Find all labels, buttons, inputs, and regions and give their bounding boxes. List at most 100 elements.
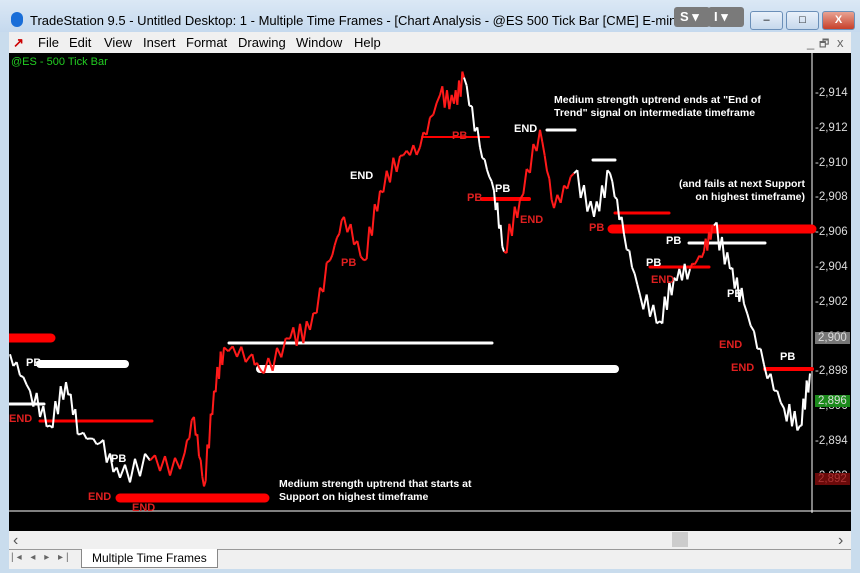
i-label: I xyxy=(714,9,718,24)
price-segment xyxy=(174,457,181,470)
price-segment xyxy=(322,262,328,293)
price-segment xyxy=(22,376,28,386)
annotation-note: Medium strength uptrend ends at "End of … xyxy=(554,94,761,119)
price-segment xyxy=(309,312,315,331)
price-segment xyxy=(65,381,70,396)
price-segment xyxy=(769,373,775,391)
pb-label: PB xyxy=(467,192,483,204)
price-segment xyxy=(793,410,799,431)
price-segment xyxy=(496,202,500,229)
price-segment xyxy=(382,170,388,193)
price-segment xyxy=(548,178,553,200)
window-title: TradeStation 9.5 - Untitled Desktop: 1 -… xyxy=(30,13,680,28)
horizontal-scrollbar[interactable]: ‹ › xyxy=(9,531,851,549)
price-segment xyxy=(204,444,209,481)
price-segment xyxy=(753,330,759,350)
price-segment xyxy=(356,240,362,257)
price-segment xyxy=(616,198,621,220)
price-segment xyxy=(164,455,171,476)
menu-view[interactable]: View xyxy=(104,35,132,50)
end-label: END xyxy=(9,413,33,425)
tab-multiple-time-frames[interactable]: Multiple Time Frames xyxy=(81,549,218,568)
chart-area[interactable]: @ES - 500 Tick Bar -2,914 -2,912 -2,910 -2,… xyxy=(9,53,851,530)
menu-window[interactable]: Window xyxy=(296,35,342,50)
tab-nav-arrows-icon[interactable]: |◂ ◂ ▸ ▸| xyxy=(11,552,72,563)
price-segment xyxy=(349,223,355,245)
y-tick-label: -2,894 xyxy=(815,435,848,447)
price-segment xyxy=(315,287,321,314)
price-segment xyxy=(208,413,212,449)
price-segment xyxy=(231,345,238,358)
price-segment xyxy=(779,401,785,409)
menu-insert[interactable]: Insert xyxy=(143,35,176,50)
price-segment xyxy=(459,71,464,97)
price-segment xyxy=(42,405,48,427)
price-segment xyxy=(609,173,614,182)
price-segment xyxy=(425,117,431,135)
price-segment xyxy=(186,437,190,442)
price-segment xyxy=(598,185,603,212)
maximize-button[interactable]: □ xyxy=(786,11,819,30)
mdi-restore-button[interactable]: 🗗 xyxy=(819,35,829,54)
y-tick-label: -2,908 xyxy=(815,191,848,204)
scroll-thumb[interactable] xyxy=(672,532,688,547)
price-segment xyxy=(211,390,215,415)
price-segment xyxy=(363,258,368,262)
price-segment xyxy=(479,146,484,159)
pb-label: PB xyxy=(589,222,605,234)
price-segment xyxy=(196,434,200,457)
price-segment xyxy=(302,321,308,344)
mdi-close-button[interactable]: x xyxy=(837,35,844,50)
price-segment xyxy=(429,113,434,119)
price-segment xyxy=(129,458,136,483)
price-segment xyxy=(645,294,651,317)
scroll-right-icon[interactable]: › xyxy=(838,532,843,550)
price-segment xyxy=(566,176,572,190)
y-tick-label: -2,898 xyxy=(815,365,848,378)
symbol-label: @ES - 500 Tick Bar xyxy=(11,56,108,68)
price-segment xyxy=(700,251,705,259)
price-segment xyxy=(435,94,441,104)
menu-format[interactable]: Format xyxy=(186,35,227,50)
close-button[interactable]: X xyxy=(822,11,855,30)
minimize-button[interactable]: – xyxy=(750,11,783,30)
price-segment xyxy=(626,248,630,252)
price-segment xyxy=(389,157,395,183)
s-dropdown-button[interactable]: S ▾ xyxy=(674,7,710,27)
price-segment xyxy=(96,442,101,446)
price-segment xyxy=(199,459,204,477)
menu-drawing[interactable]: Drawing xyxy=(238,35,286,50)
price-segment xyxy=(759,348,765,365)
price-segment xyxy=(359,255,365,261)
x-axis-area xyxy=(9,513,851,531)
tradestation-logo-icon xyxy=(11,12,23,27)
price-segment xyxy=(336,233,341,239)
price-segment xyxy=(603,170,609,199)
price-segment xyxy=(333,237,338,246)
price-segment xyxy=(399,154,404,157)
price-segment xyxy=(119,464,126,479)
price-segment xyxy=(559,185,565,204)
price-segment xyxy=(529,143,535,173)
y-tick-label: -2,906 xyxy=(815,226,848,239)
price-segment xyxy=(576,170,582,199)
price-segment xyxy=(198,455,202,461)
price-segment xyxy=(154,454,161,472)
price-segment xyxy=(102,439,108,463)
price-segment xyxy=(726,252,731,270)
price-segment xyxy=(623,234,628,250)
price-segment xyxy=(415,146,421,156)
mdi-minimize-button[interactable]: _ xyxy=(807,35,814,50)
menu-file[interactable]: File xyxy=(38,35,59,50)
menu-help[interactable]: Help xyxy=(354,35,381,50)
price-segment xyxy=(465,85,471,106)
price-segment xyxy=(501,246,505,252)
price-segment xyxy=(419,132,425,148)
menu-bar: ↗ File Edit View Insert Format Drawing W… xyxy=(9,32,851,53)
price-segment xyxy=(395,155,401,173)
price-segment xyxy=(488,176,493,182)
price-segment xyxy=(543,155,548,172)
scroll-left-icon[interactable]: ‹ xyxy=(13,532,18,550)
i-dropdown-button[interactable]: I ▾ xyxy=(708,7,744,27)
menu-edit[interactable]: Edit xyxy=(69,35,91,50)
